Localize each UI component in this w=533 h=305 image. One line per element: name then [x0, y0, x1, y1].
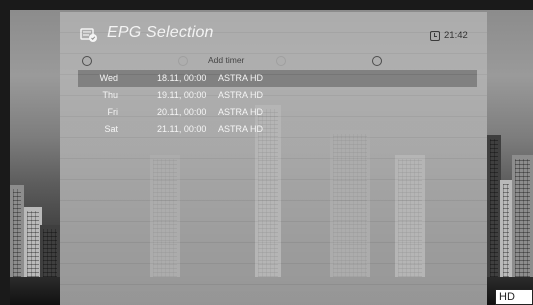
- epg-calendar-icon: [80, 28, 97, 42]
- day-label: Fri: [107, 107, 119, 117]
- tv-screen: EPG Selection 21:42 Add timer Wed 18.11,…: [0, 0, 533, 305]
- color-key-bar: Add timer: [60, 54, 487, 68]
- list-item[interactable]: Thu 19.11, 00:00 ASTRA HD: [78, 87, 477, 104]
- channel-name: ASTRA HD: [218, 107, 264, 117]
- yellow-key-icon[interactable]: [276, 56, 286, 66]
- epg-event-list: Wed 18.11, 00:00 ASTRA HD Thu 19.11, 00:…: [78, 70, 477, 138]
- date-time: 19.11, 00:00: [157, 90, 207, 100]
- day-label: Wed: [99, 73, 118, 83]
- panel-header: EPG Selection 21:42: [60, 12, 487, 52]
- red-key-icon[interactable]: [82, 56, 92, 66]
- tv-bezel-top: [0, 0, 533, 10]
- clock-icon: [430, 31, 440, 41]
- epg-selection-panel: EPG Selection 21:42 Add timer Wed 18.11,…: [60, 12, 487, 305]
- date-time: 21.11, 00:00: [157, 124, 207, 134]
- list-item[interactable]: Wed 18.11, 00:00 ASTRA HD: [78, 70, 477, 87]
- clock-time: 21:42: [444, 30, 468, 41]
- date-time: 18.11, 00:00: [157, 73, 207, 83]
- day-label: Sat: [104, 124, 118, 134]
- day-label: Thu: [102, 90, 118, 100]
- tv-bezel-left: [0, 0, 10, 305]
- add-timer-label[interactable]: Add timer: [208, 55, 244, 65]
- hd-badge: HD: [495, 289, 533, 305]
- page-title: EPG Selection: [107, 24, 214, 41]
- channel-name: ASTRA HD: [218, 73, 264, 83]
- list-item[interactable]: Fri 20.11, 00:00 ASTRA HD: [78, 104, 477, 121]
- blue-key-icon[interactable]: [372, 56, 382, 66]
- list-item[interactable]: Sat 21.11, 00:00 ASTRA HD: [78, 121, 477, 138]
- date-time: 20.11, 00:00: [157, 107, 207, 117]
- green-key-icon[interactable]: [178, 56, 188, 66]
- channel-name: ASTRA HD: [218, 124, 264, 134]
- channel-name: ASTRA HD: [218, 90, 264, 100]
